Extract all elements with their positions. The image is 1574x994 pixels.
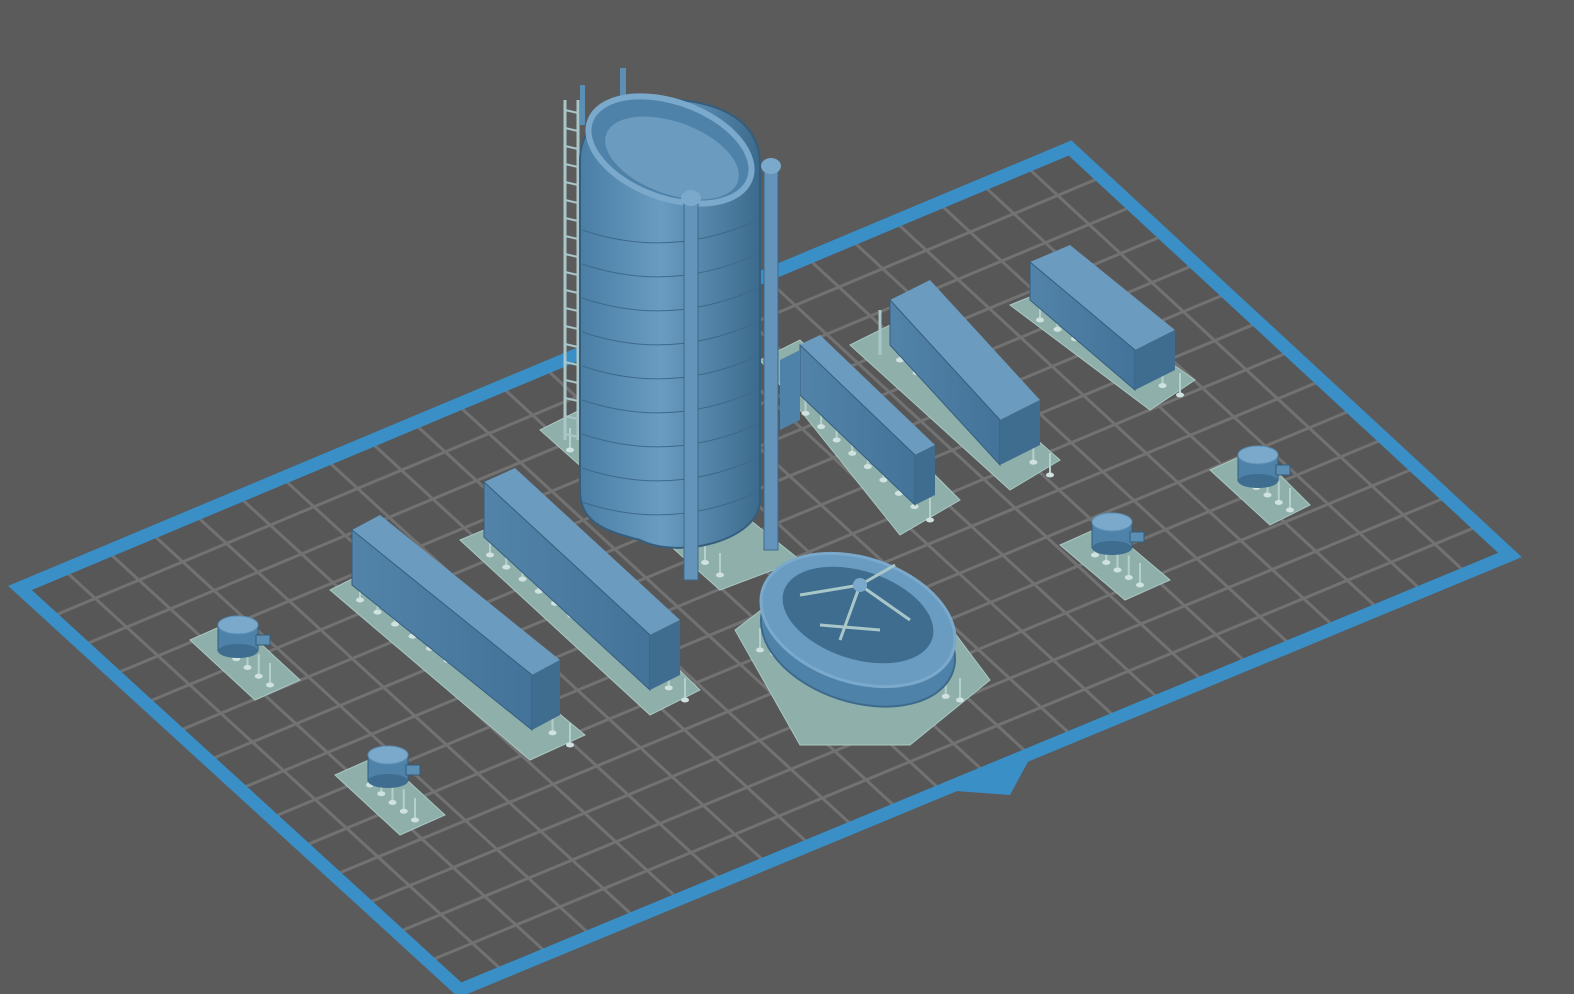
- support-foot: [243, 665, 252, 670]
- ladder-rung: [564, 163, 579, 168]
- support-foot: [879, 477, 888, 483]
- support-foot: [1029, 459, 1038, 465]
- support-foot: [486, 552, 494, 558]
- support-foot: [756, 647, 764, 653]
- support-foot: [548, 730, 557, 736]
- support-foot: [664, 685, 673, 691]
- support-foot: [254, 673, 263, 679]
- support-foot: [848, 450, 857, 456]
- tall-tank-model[interactable]: [563, 68, 781, 581]
- support-foot: [266, 682, 274, 688]
- support-foot: [1053, 326, 1062, 332]
- support-foot: [817, 424, 826, 430]
- ladder-rung: [564, 325, 579, 330]
- ladder-rung: [564, 199, 579, 204]
- support-foot: [801, 410, 810, 416]
- ladder-rung: [564, 217, 579, 222]
- scene-canvas[interactable]: [0, 0, 1574, 994]
- support-foot: [1274, 500, 1283, 505]
- support-foot: [388, 800, 397, 805]
- support-foot: [1176, 392, 1184, 398]
- support-foot: [399, 808, 408, 814]
- support-foot: [701, 560, 709, 565]
- ladder-rung: [564, 145, 579, 150]
- support-foot: [1158, 383, 1167, 389]
- support-foot: [1046, 472, 1054, 478]
- support-foot: [566, 742, 574, 748]
- ladder-rung: [564, 271, 579, 276]
- ladder-rung: [564, 235, 579, 240]
- ladder-rung: [564, 307, 579, 312]
- support-foot: [518, 576, 527, 582]
- ladder-rung: [564, 181, 579, 186]
- support-foot: [1136, 582, 1144, 588]
- support-foot: [681, 697, 689, 703]
- ladder-rung: [564, 109, 579, 114]
- ladder-rung: [564, 127, 579, 132]
- ladder-rung: [564, 289, 579, 294]
- support-foot: [926, 517, 934, 523]
- support-foot: [832, 437, 841, 443]
- support-foot: [1102, 560, 1111, 565]
- ladder-rung: [564, 253, 579, 258]
- support-foot: [1091, 552, 1099, 558]
- 3d-viewport[interactable]: [0, 0, 1574, 994]
- support-foot: [1113, 567, 1122, 573]
- ladder-rung: [564, 343, 579, 348]
- support-foot: [502, 564, 511, 570]
- support-foot: [566, 447, 574, 453]
- support-foot: [411, 817, 419, 823]
- support-foot: [716, 572, 724, 578]
- support-foot: [377, 791, 386, 797]
- support-foot: [1286, 507, 1294, 513]
- support-foot: [1124, 575, 1133, 580]
- support-foot: [373, 609, 382, 615]
- support-foot: [863, 464, 872, 470]
- support-foot: [1036, 317, 1044, 323]
- support-foot: [956, 697, 964, 703]
- support-foot: [1263, 492, 1272, 498]
- support-foot: [941, 693, 950, 699]
- support-foot: [356, 597, 364, 603]
